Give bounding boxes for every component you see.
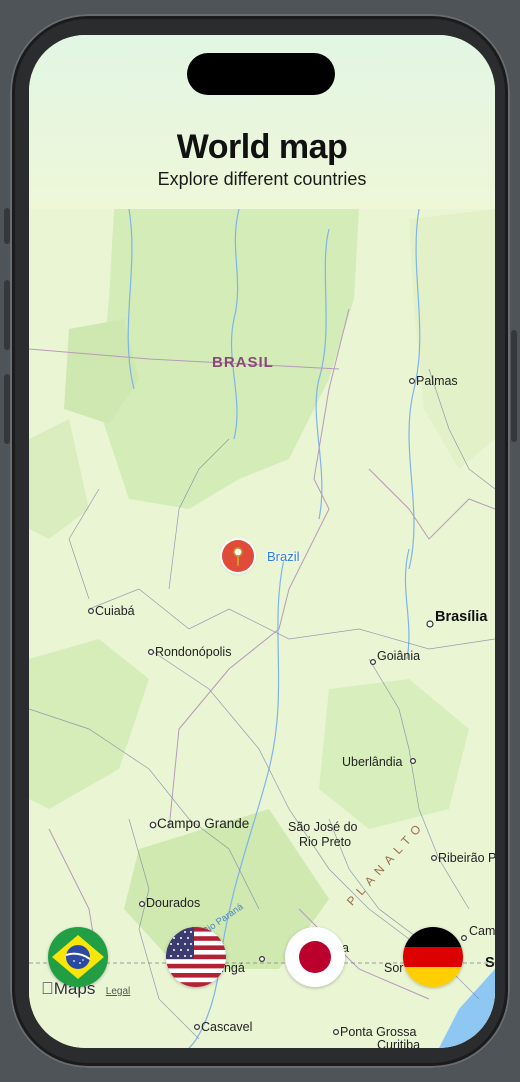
flag-button-usa[interactable] xyxy=(166,927,226,987)
dynamic-island xyxy=(187,53,335,95)
header: World map Explore different countries xyxy=(29,35,495,209)
map-view[interactable]: Palmas Cuiabá Brasília Rondonópolis Goiâ… xyxy=(29,209,495,1048)
power-button xyxy=(511,330,517,442)
volume-down-button xyxy=(4,374,10,444)
map-canvas[interactable]: Palmas Cuiabá Brasília Rondonópolis Goiâ… xyxy=(29,209,495,1048)
germany-flag-icon xyxy=(403,927,463,987)
page-subtitle: Explore different countries xyxy=(157,169,367,189)
page-title: World map xyxy=(176,128,348,166)
city-label-curitiba: Curitiba xyxy=(377,1038,420,1048)
city-label-cascavel: Cascavel xyxy=(201,1020,252,1034)
flag-button-brazil[interactable] xyxy=(48,927,108,987)
city-label-uberlandia: Uberlândia xyxy=(342,755,403,769)
usa-flag-icon xyxy=(166,927,226,987)
flag-button-japan[interactable] xyxy=(285,927,345,987)
volume-up-button xyxy=(4,280,10,350)
city-label-campo-grande: Campo Grande xyxy=(157,816,249,831)
city-label-goiania: Goiânia xyxy=(377,649,420,663)
brazil-flag-icon xyxy=(48,927,108,987)
city-label-ribeirao: Ribeirão P xyxy=(438,851,495,865)
city-label-palmas: Palmas xyxy=(416,374,458,388)
city-label-brasilia: Brasília xyxy=(435,609,488,625)
city-label-ponta-grossa: Ponta Grossa xyxy=(340,1025,416,1039)
screen: Palmas Cuiabá Brasília Rondonópolis Goiâ… xyxy=(29,35,495,1048)
pin-label[interactable]: Brazil xyxy=(267,549,300,564)
city-label-rondonopolis: Rondonópolis xyxy=(155,645,231,659)
city-label-sao-jose-2: Rio Preto xyxy=(299,835,351,849)
country-label: BRASIL xyxy=(212,354,274,371)
flag-button-germany[interactable] xyxy=(403,927,463,987)
japan-flag-icon xyxy=(285,927,345,987)
city-label-cuiaba: Cuiabá xyxy=(95,604,135,618)
city-label-sao-jose-1: São José do xyxy=(288,820,358,834)
map-pin-icon[interactable] xyxy=(222,540,254,572)
city-label-dourados: Dourados xyxy=(146,896,200,910)
flag-carousel xyxy=(29,927,495,991)
action-button xyxy=(4,208,10,244)
